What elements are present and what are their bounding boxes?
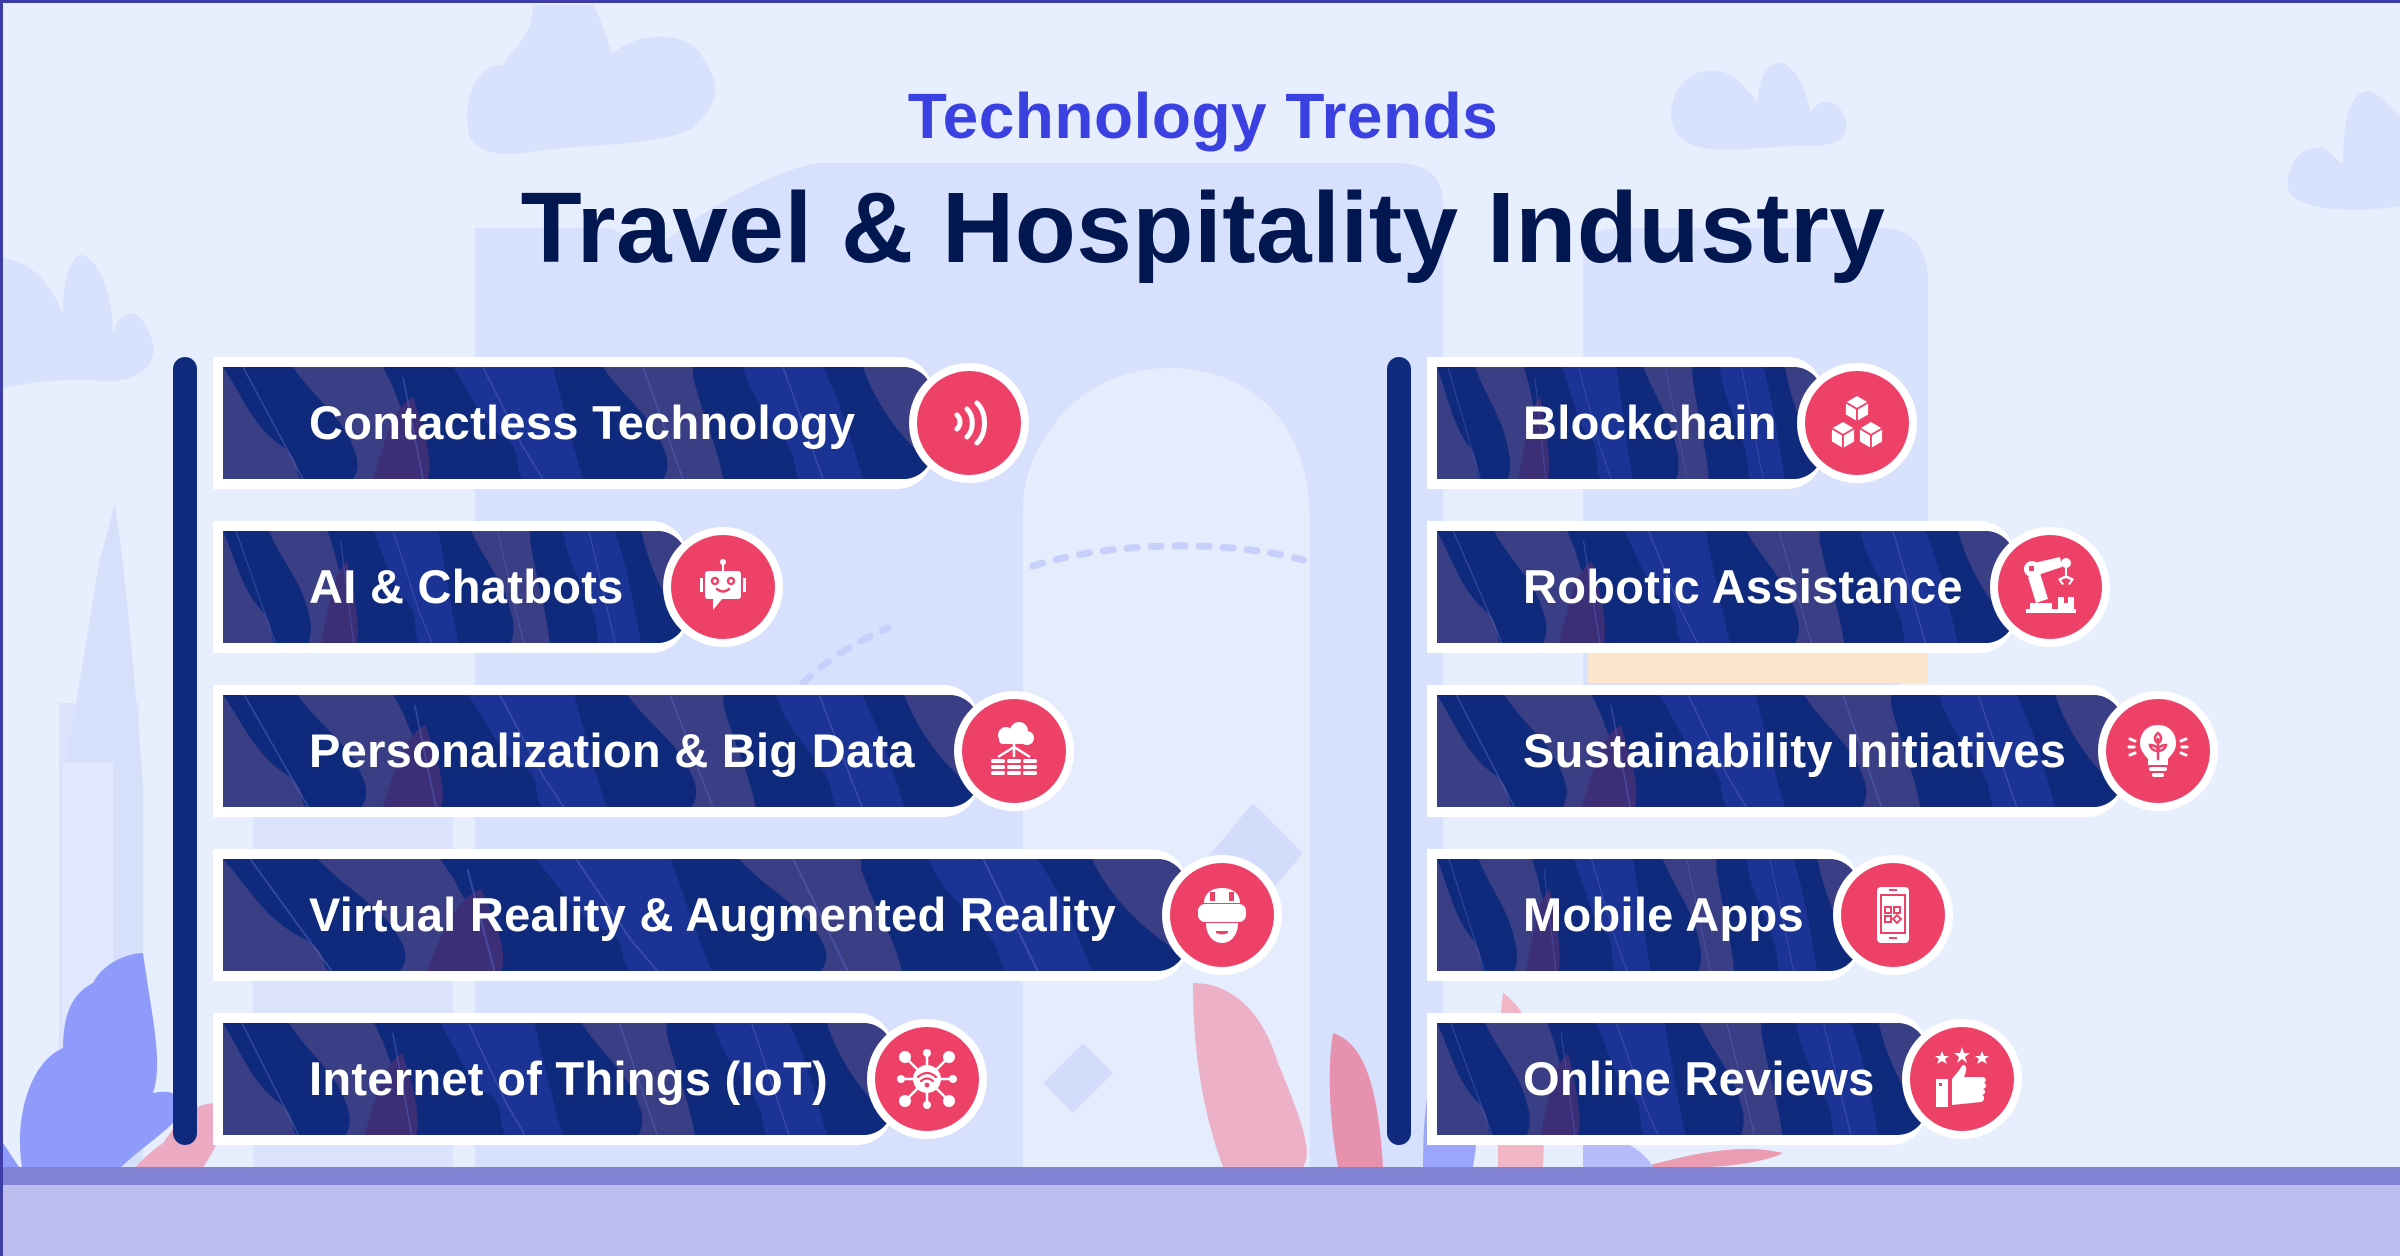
trend-label: Blockchain [1523,396,1777,449]
blocks-icon [1830,394,1884,450]
trend-label: Personalization & Big Data [309,724,915,777]
trend-label: Robotic Assistance [1523,560,1963,613]
contactless-icon [954,400,987,446]
robot-arm-icon [2024,557,2076,613]
icon-badge [1990,527,2110,647]
iot-network-icon [897,1049,957,1109]
icon-badge [954,691,1074,811]
infographic-canvas: Technology Trends Travel & Hospitality I… [0,0,2400,1256]
ground-strip [3,1167,2400,1185]
mobile-app-icon [1877,887,1909,943]
eco-bulb-icon [2127,725,2189,777]
icon-badge [1162,855,1282,975]
page-subtitle: Technology Trends [907,80,1499,152]
trend-label: Virtual Reality & Augmented Reality [309,888,1117,941]
right-column-bar [1387,357,1411,1145]
icon-badge [1833,855,1953,975]
trend-label: Sustainability Initiatives [1523,724,2067,777]
trend-label: Online Reviews [1523,1052,1875,1105]
left-column-bar [173,357,197,1145]
trend-label: Contactless Technology [309,396,856,449]
vr-headset-icon [1198,888,1246,943]
trend-label: Mobile Apps [1523,888,1804,941]
chatbot-icon [700,559,746,610]
thumbs-up-stars-icon [1935,1047,1989,1107]
icon-badge [909,363,1029,483]
icon-badge [867,1019,987,1139]
cloud-database-icon [991,722,1037,775]
trend-label: AI & Chatbots [309,560,624,613]
trend-label: Internet of Things (IoT) [309,1052,828,1105]
page-title: Travel & Hospitality Industry [520,172,1886,284]
leaf-decoration [1643,1148,1783,1167]
icon-badge [1797,363,1917,483]
ground [3,1185,2400,1256]
icon-badge [1902,1019,2022,1139]
icon-badge [663,527,783,647]
icon-badge [2098,691,2218,811]
